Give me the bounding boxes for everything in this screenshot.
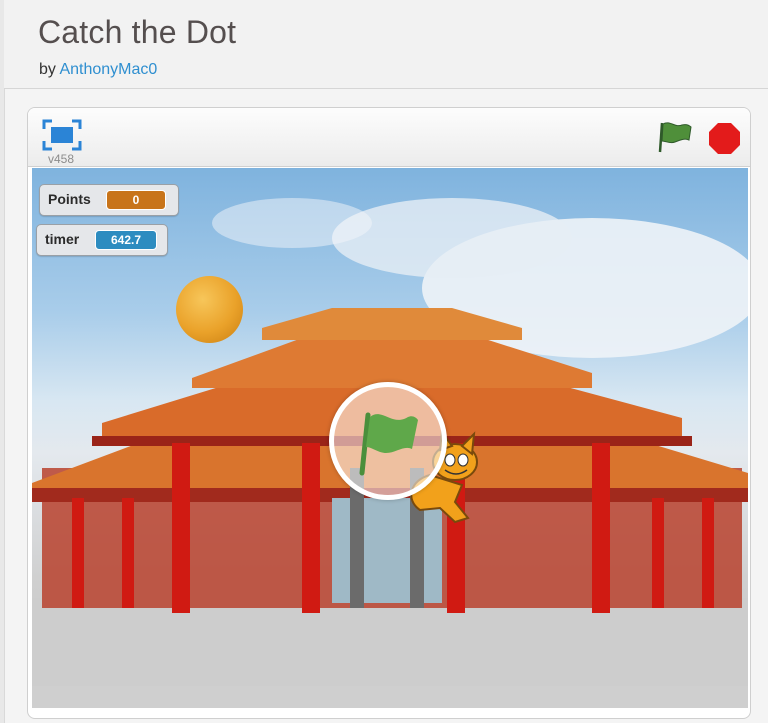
fullscreen-icon[interactable] — [42, 119, 82, 151]
points-monitor[interactable]: Points 0 — [39, 184, 179, 216]
version-label: v458 — [48, 152, 75, 166]
points-label: Points — [48, 191, 91, 207]
timer-value: 642.7 — [95, 230, 157, 250]
timer-monitor[interactable]: timer 642.7 — [36, 224, 168, 256]
stage[interactable]: Points 0 timer 642.7 — [32, 168, 748, 686]
timer-label: timer — [45, 231, 80, 247]
orange-dot-sprite[interactable] — [176, 276, 243, 343]
green-flag-icon — [359, 412, 418, 476]
stage-footer — [32, 686, 748, 708]
author-link[interactable]: AnthonyMac0 — [59, 61, 157, 78]
stop-icon[interactable] — [709, 123, 740, 154]
project-header: Catch the Dot by AnthonyMac0 — [4, 0, 768, 89]
player-controls: v458 — [28, 108, 750, 167]
points-value: 0 — [106, 190, 166, 210]
start-green-flag-overlay[interactable] — [329, 382, 447, 500]
by-label: by — [39, 61, 56, 78]
project-title: Catch the Dot — [38, 14, 237, 50]
project-byline: by AnthonyMac0 — [39, 61, 157, 79]
green-flag-icon[interactable] — [658, 120, 694, 154]
project-player: v458 Points 0 timer 642.7 — [27, 107, 751, 719]
